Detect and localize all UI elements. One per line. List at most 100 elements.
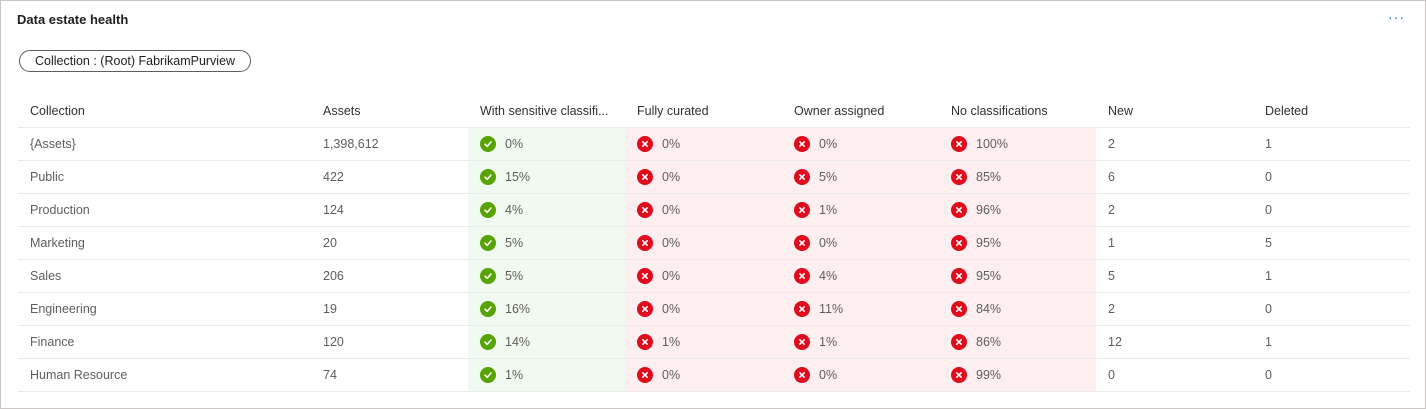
table-row[interactable]: Finance 120 14% 1% 1% 86% 12 1 [18, 325, 1410, 359]
table-row[interactable]: Production 124 4% 0% 1% 96% 2 0 [18, 193, 1410, 227]
cell-assets: 74 [311, 358, 468, 392]
cell-collection: Production [18, 193, 311, 227]
error-circle-icon [637, 367, 653, 383]
cell-deleted-text: 0 [1265, 302, 1272, 316]
cell-sensitive-classification-value: 15% [505, 170, 531, 184]
cell-sensitive-classification-value: 5% [505, 269, 524, 283]
cell-collection: Public [18, 160, 311, 194]
cell-assets: 422 [311, 160, 468, 194]
cell-owner-assigned-value: 0% [819, 137, 838, 151]
cell-no-classifications: 99% [939, 358, 1096, 392]
cell-fully-curated-value: 0% [662, 302, 681, 316]
table-row[interactable]: {Assets} 1,398,612 0% 0% 0% 100% 2 1 [18, 127, 1410, 161]
cell-assets-text: 422 [323, 170, 344, 184]
cell-owner-assigned: 1% [782, 325, 939, 359]
cell-sensitive-classification: 15% [468, 160, 625, 194]
cell-fully-curated: 0% [625, 358, 782, 392]
cell-assets: 120 [311, 325, 468, 359]
cell-collection: Sales [18, 259, 311, 293]
table-header-row: Collection Assets With sensitive classif… [18, 95, 1410, 128]
cell-new-text: 6 [1108, 170, 1115, 184]
cell-assets-text: 124 [323, 203, 344, 217]
table-row[interactable]: Marketing 20 5% 0% 0% 95% 1 5 [18, 226, 1410, 260]
checkmark-circle-icon [480, 169, 496, 185]
cell-sensitive-classification-value: 14% [505, 335, 531, 349]
error-circle-icon [951, 268, 967, 284]
cell-sensitive-classification: 5% [468, 226, 625, 260]
error-circle-icon [637, 136, 653, 152]
cell-no-classifications-value: 85% [976, 170, 1002, 184]
collection-health-table: Collection Assets With sensitive classif… [18, 95, 1410, 392]
cell-new-text: 0 [1108, 368, 1115, 382]
error-circle-icon [794, 367, 810, 383]
error-circle-icon [951, 202, 967, 218]
more-options-button[interactable]: ··· [1388, 10, 1405, 24]
error-circle-icon [637, 334, 653, 350]
cell-fully-curated: 0% [625, 259, 782, 293]
cell-new-text: 2 [1108, 203, 1115, 217]
cell-fully-curated-value: 0% [662, 236, 681, 250]
table-row[interactable]: Public 422 15% 0% 5% 85% 6 0 [18, 160, 1410, 194]
cell-collection: Engineering [18, 292, 311, 326]
cell-no-classifications-value: 100% [976, 137, 1008, 151]
column-header-sensitive[interactable]: With sensitive classifi... [468, 95, 625, 128]
cell-new-text: 12 [1108, 335, 1122, 349]
cell-deleted-text: 1 [1265, 335, 1272, 349]
column-header-fully-curated[interactable]: Fully curated [625, 95, 782, 128]
cell-collection-text: Production [30, 203, 90, 217]
cell-deleted: 0 [1253, 292, 1410, 326]
cell-fully-curated: 0% [625, 292, 782, 326]
cell-fully-curated: 0% [625, 193, 782, 227]
error-circle-icon [637, 268, 653, 284]
table-row[interactable]: Human Resource 74 1% 0% 0% 99% 0 0 [18, 358, 1410, 392]
collection-filter-pill[interactable]: Collection : (Root) FabrikamPurview [19, 50, 252, 72]
error-circle-icon [637, 202, 653, 218]
cell-sensitive-classification-value: 16% [505, 302, 531, 316]
cell-new-text: 1 [1108, 236, 1115, 250]
cell-owner-assigned-value: 0% [819, 236, 838, 250]
cell-fully-curated: 0% [625, 226, 782, 260]
table-row[interactable]: Sales 206 5% 0% 4% 95% 5 1 [18, 259, 1410, 293]
cell-fully-curated: 0% [625, 127, 782, 161]
cell-deleted: 5 [1253, 226, 1410, 260]
cell-no-classifications: 95% [939, 226, 1096, 260]
cell-deleted: 1 [1253, 325, 1410, 359]
cell-new: 12 [1096, 325, 1253, 359]
column-header-deleted[interactable]: Deleted [1253, 95, 1410, 128]
error-circle-icon [951, 301, 967, 317]
cell-owner-assigned-value: 1% [819, 335, 838, 349]
checkmark-circle-icon [480, 235, 496, 251]
data-estate-health-card: Data estate health ··· Collection : (Roo… [0, 0, 1426, 409]
cell-assets-text: 19 [323, 302, 337, 316]
column-header-owner-assigned[interactable]: Owner assigned [782, 95, 939, 128]
column-header-no-classifications[interactable]: No classifications [939, 95, 1096, 128]
error-circle-icon [951, 136, 967, 152]
cell-assets: 206 [311, 259, 468, 293]
cell-assets-text: 206 [323, 269, 344, 283]
cell-collection-text: Finance [30, 335, 75, 349]
cell-no-classifications-value: 86% [976, 335, 1002, 349]
column-header-assets[interactable]: Assets [311, 95, 468, 128]
cell-sensitive-classification: 14% [468, 325, 625, 359]
cell-new-text: 2 [1108, 137, 1115, 151]
checkmark-circle-icon [480, 136, 496, 152]
cell-owner-assigned-value: 1% [819, 203, 838, 217]
cell-no-classifications-value: 96% [976, 203, 1002, 217]
table-row[interactable]: Engineering 19 16% 0% 11% 84% 2 0 [18, 292, 1410, 326]
cell-assets: 19 [311, 292, 468, 326]
cell-deleted: 0 [1253, 358, 1410, 392]
cell-owner-assigned: 1% [782, 193, 939, 227]
cell-no-classifications-value: 95% [976, 236, 1002, 250]
cell-collection: Finance [18, 325, 311, 359]
cell-fully-curated-value: 0% [662, 269, 681, 283]
cell-new: 1 [1096, 226, 1253, 260]
cell-deleted-text: 5 [1265, 236, 1272, 250]
cell-sensitive-classification: 16% [468, 292, 625, 326]
cell-assets-text: 1,398,612 [323, 137, 379, 151]
cell-owner-assigned-value: 11% [819, 302, 844, 316]
column-header-new[interactable]: New [1096, 95, 1253, 128]
cell-owner-assigned-value: 4% [819, 269, 838, 283]
table-body: {Assets} 1,398,612 0% 0% 0% 100% 2 1 Public 422 15… [18, 127, 1410, 392]
column-header-collection[interactable]: Collection [18, 95, 311, 128]
error-circle-icon [794, 169, 810, 185]
